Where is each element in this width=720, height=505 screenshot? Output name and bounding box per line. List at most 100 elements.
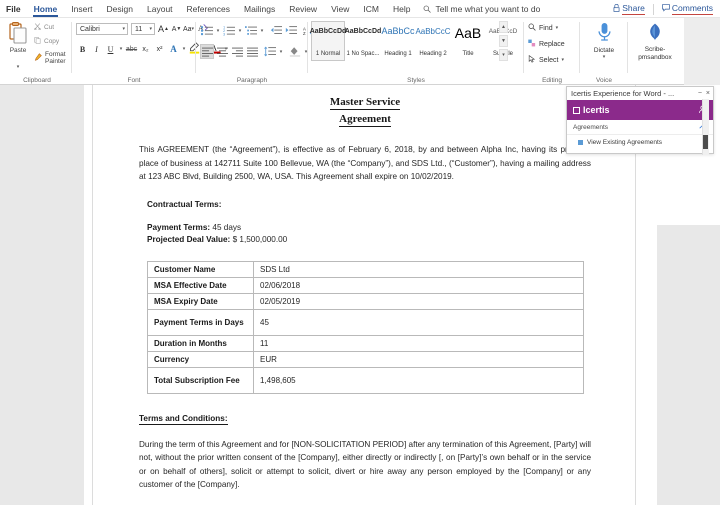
tell-me-search[interactable]: Tell me what you want to do bbox=[423, 4, 540, 14]
multilevel-list-button[interactable] bbox=[244, 23, 258, 38]
text-effects-dropdown[interactable]: ▾ bbox=[181, 42, 187, 56]
table-row: MSA Expiry Date 02/05/2019 bbox=[148, 293, 584, 309]
increase-indent-button[interactable] bbox=[284, 23, 298, 38]
tab-layout[interactable]: Layout bbox=[140, 0, 180, 18]
share-icon bbox=[613, 4, 620, 14]
change-case-button[interactable]: Aa▾ bbox=[182, 22, 195, 36]
agreements-section-label: Agreements bbox=[573, 124, 608, 131]
bullets-dropdown[interactable]: ▾ bbox=[215, 23, 221, 38]
tell-me-placeholder: Tell me what you want to do bbox=[435, 4, 540, 14]
projected-deal-value: $ 1,500,000.00 bbox=[233, 235, 288, 244]
square-bullet-icon bbox=[578, 140, 583, 145]
search-icon bbox=[423, 5, 431, 13]
tab-review[interactable]: Review bbox=[282, 0, 324, 18]
tab-help[interactable]: Help bbox=[386, 0, 417, 18]
text-effects-button[interactable]: A bbox=[167, 42, 180, 56]
italic-button[interactable]: I bbox=[90, 42, 103, 56]
comments-label: Comments bbox=[672, 3, 713, 15]
line-spacing-dropdown[interactable]: ▾ bbox=[278, 44, 284, 59]
table-row: MSA Effective Date 02/06/2018 bbox=[148, 277, 584, 293]
multilevel-dropdown[interactable]: ▾ bbox=[259, 23, 265, 38]
replace-button[interactable]: Replace bbox=[528, 39, 565, 49]
format-painter-button[interactable]: Format Painter bbox=[34, 51, 72, 65]
style-name: Title bbox=[462, 51, 473, 57]
ribbon-tab-bar: File Home Insert Design Layout Reference… bbox=[0, 0, 720, 18]
bold-button[interactable]: B bbox=[76, 42, 89, 56]
shading-button[interactable] bbox=[288, 44, 302, 59]
document-body: Master Service Agreement This AGREEMENT … bbox=[93, 85, 636, 492]
tab-icm[interactable]: ICM bbox=[356, 0, 386, 18]
bullets-button[interactable] bbox=[200, 23, 214, 38]
ribbon: Paste ▾ Cut Copy Format Painter bbox=[0, 18, 720, 85]
tab-home[interactable]: Home bbox=[27, 0, 65, 18]
superscript-button[interactable]: x² bbox=[153, 42, 166, 56]
select-button[interactable]: Select ▾ bbox=[528, 55, 564, 65]
table-row: Total Subscription Fee 1,498,605 bbox=[148, 367, 584, 393]
styles-gallery: AaBbCcDd 1 Normal AaBbCcDd 1 No Spac... … bbox=[311, 21, 520, 61]
font-size-combobox[interactable]: 11 ▾ bbox=[131, 23, 155, 35]
numbering-dropdown[interactable]: ▾ bbox=[237, 23, 243, 38]
text-effects-label: A bbox=[170, 44, 177, 54]
comments-button[interactable]: Comments bbox=[657, 2, 718, 16]
ribbon-empty-area bbox=[684, 18, 720, 85]
taskpane-scrollbar-thumb[interactable] bbox=[703, 135, 708, 149]
format-painter-label: Format Painter bbox=[45, 51, 72, 65]
find-button[interactable]: Find ▾ bbox=[528, 23, 558, 33]
table-cell-key: Payment Terms in Days bbox=[148, 309, 254, 335]
chevron-down-icon[interactable]: ▾ bbox=[17, 64, 20, 70]
cut-button[interactable]: Cut bbox=[34, 23, 54, 32]
table-row: Currency EUR bbox=[148, 351, 584, 367]
style-heading-2[interactable]: AaBbCcC Heading 2 bbox=[416, 21, 450, 61]
justify-button[interactable] bbox=[245, 44, 259, 59]
grow-font-button[interactable]: A▲ bbox=[157, 22, 170, 36]
share-button[interactable]: Share bbox=[608, 2, 650, 16]
align-left-button[interactable] bbox=[200, 44, 214, 59]
scissors-icon bbox=[34, 23, 41, 32]
line-spacing-button[interactable] bbox=[263, 44, 277, 59]
agreements-section-header[interactable]: Agreements bbox=[567, 120, 713, 135]
scroll-down-icon[interactable]: ▼ bbox=[499, 35, 508, 47]
styles-gallery-scroller[interactable]: ▲ ▼ ▾ bbox=[499, 21, 508, 61]
subscript-button[interactable]: x₂ bbox=[139, 42, 152, 56]
payment-terms-value: 45 days bbox=[212, 223, 241, 232]
contract-details-table: Customer Name SDS Ltd MSA Effective Date… bbox=[147, 261, 584, 394]
align-right-button[interactable] bbox=[230, 44, 244, 59]
right-margin-pane bbox=[657, 225, 720, 505]
style-normal[interactable]: AaBbCcDd 1 Normal bbox=[311, 21, 345, 61]
tab-design[interactable]: Design bbox=[100, 0, 140, 18]
scribe-button[interactable]: Scribe-pmsandbox bbox=[628, 22, 682, 62]
microphone-icon bbox=[580, 22, 628, 46]
ribbon-group-clipboard: Paste ▾ Cut Copy Format Painter bbox=[2, 18, 72, 85]
underline-button[interactable]: U bbox=[104, 42, 117, 56]
style-no-spacing[interactable]: AaBbCcDd 1 No Spac... bbox=[346, 21, 380, 61]
tab-view[interactable]: View bbox=[324, 0, 356, 18]
chevron-down-icon[interactable]: ▾ bbox=[580, 54, 628, 60]
tab-file[interactable]: File bbox=[0, 0, 27, 18]
align-center-button[interactable] bbox=[215, 44, 229, 59]
close-icon[interactable]: × bbox=[706, 90, 710, 97]
dictate-button[interactable]: Dictate ▾ bbox=[580, 22, 628, 60]
titlebar-divider bbox=[653, 4, 654, 15]
tab-references[interactable]: References bbox=[180, 0, 237, 18]
table-cell-value: 45 bbox=[254, 309, 584, 335]
font-name-combobox[interactable]: Calibri ▾ bbox=[76, 23, 128, 35]
strikethrough-button[interactable]: abc bbox=[125, 42, 138, 56]
minimize-icon[interactable]: − bbox=[698, 90, 702, 97]
scroll-up-icon[interactable]: ▲ bbox=[499, 21, 508, 33]
copy-button[interactable]: Copy bbox=[34, 37, 59, 46]
numbering-button[interactable]: 123 bbox=[222, 23, 236, 38]
icertis-logo-mark bbox=[573, 107, 580, 114]
icertis-task-pane[interactable]: Icertis Experience for Word - ... − × Ic… bbox=[566, 86, 714, 154]
styles-more-icon[interactable]: ▾ bbox=[499, 49, 508, 61]
underline-dropdown[interactable]: ▾ bbox=[118, 42, 124, 56]
tab-mailings[interactable]: Mailings bbox=[237, 0, 282, 18]
tab-insert[interactable]: Insert bbox=[64, 0, 99, 18]
view-existing-agreements-item[interactable]: View Existing Agreements bbox=[567, 135, 713, 150]
style-heading-1[interactable]: AaBbCc Heading 1 bbox=[381, 21, 415, 61]
decrease-indent-button[interactable] bbox=[269, 23, 283, 38]
document-page[interactable]: Master Service Agreement This AGREEMENT … bbox=[92, 85, 636, 505]
cursor-icon bbox=[528, 55, 536, 65]
style-title[interactable]: AaB Title bbox=[451, 21, 485, 61]
table-cell-value: SDS Ltd bbox=[254, 261, 584, 277]
paste-button[interactable]: Paste ▾ bbox=[5, 21, 31, 73]
